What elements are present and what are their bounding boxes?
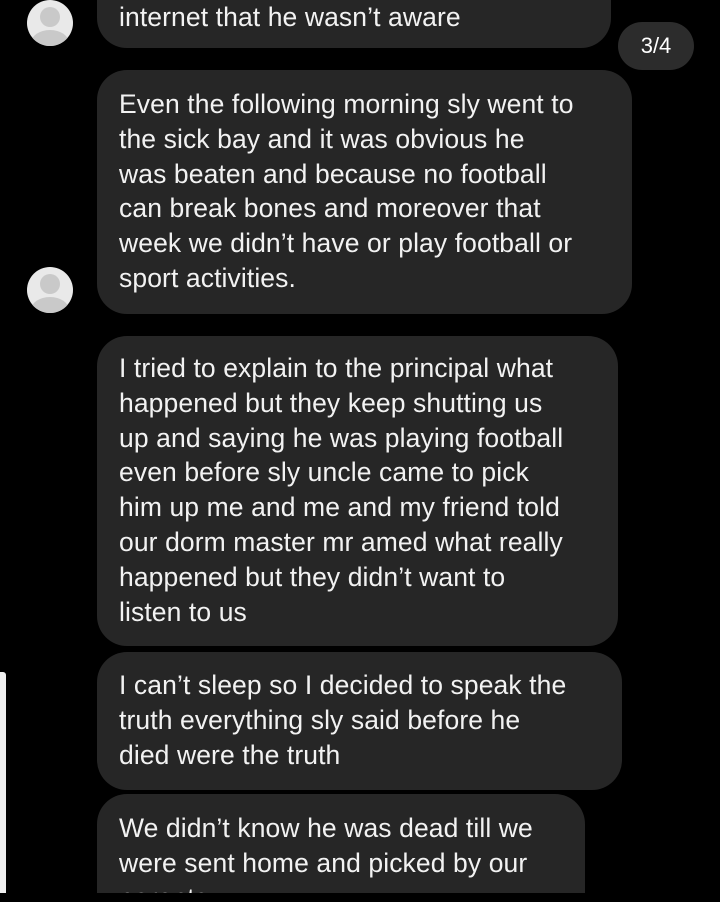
- sender-avatar-icon[interactable]: [27, 267, 73, 313]
- message-line: week we didn’t have or play football or: [119, 228, 573, 259]
- avatar-shoulders: [31, 30, 69, 46]
- message-line: him up me and me and my friend told: [119, 492, 560, 523]
- message-line: We didn’t know he was dead till we: [119, 813, 533, 843]
- message-bubble[interactable]: I tried to explain to the principal what…: [97, 336, 618, 646]
- avatar-head: [40, 274, 60, 294]
- message-bubble[interactable]: I can’t sleep so I decided to speak the …: [97, 652, 622, 790]
- message-bubble[interactable]: We didn’t know he was dead till we were …: [97, 794, 585, 893]
- message-line: up and saying he was playing football: [119, 422, 564, 453]
- avatar-head: [40, 7, 60, 27]
- bottom-edge: [0, 893, 720, 902]
- message-line: the sick bay and it was obvious he: [119, 123, 525, 154]
- sender-avatar-icon[interactable]: [27, 0, 73, 46]
- message-line: even before sly uncle came to pick: [119, 457, 529, 488]
- message-line: truth everything sly said before he: [119, 704, 521, 735]
- message-line: was beaten and because no football: [119, 158, 547, 189]
- message-line: our dorm master mr amed what really: [119, 526, 563, 557]
- message-line: internet that he wasn’t aware: [119, 2, 461, 32]
- edge-scroll-strip: [0, 672, 6, 893]
- message-line: Even the following morning sly went to: [119, 89, 574, 119]
- message-line: listen to us: [119, 596, 247, 627]
- message-line: sport activities.: [119, 262, 296, 293]
- conversation-view[interactable]: internet that he wasn’t aware 3/4 Even t…: [0, 0, 720, 893]
- page-indicator-badge: 3/4: [618, 22, 694, 70]
- message-line: I tried to explain to the principal what: [119, 353, 554, 383]
- message-line: happened but they didn’t want to: [119, 561, 506, 592]
- message-line: I can’t sleep so I decided to speak the: [119, 670, 567, 700]
- message-line: died were the truth: [119, 739, 341, 770]
- message-line: happened but they keep shutting us: [119, 387, 543, 418]
- message-line: can break bones and moreover that: [119, 193, 541, 224]
- message-bubble[interactable]: Even the following morning sly went to t…: [97, 70, 632, 314]
- message-line: were sent home and picked by our: [119, 847, 528, 878]
- avatar-shoulders: [31, 297, 69, 313]
- message-line: parents: [119, 881, 561, 893]
- message-bubble[interactable]: internet that he wasn’t aware: [97, 0, 611, 48]
